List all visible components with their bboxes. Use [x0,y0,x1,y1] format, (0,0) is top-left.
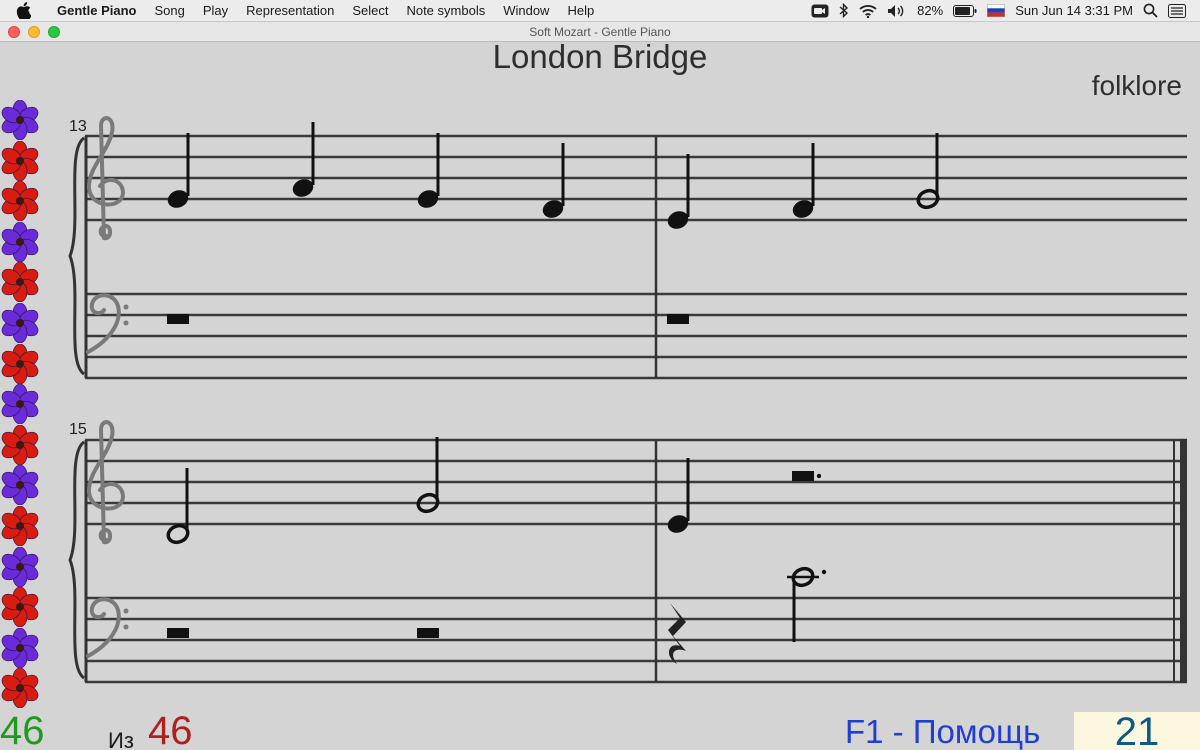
help-hint[interactable]: F1 - Помощь [845,714,1040,750]
red-flower-icon [1,424,39,465]
current-note-counter: 46 [0,709,45,750]
violet-flower-icon [1,100,39,140]
system-2: 15 [68,420,1187,684]
measure-number-13: 13 [69,118,87,135]
note-quarter[interactable] [165,133,191,211]
whole-rest[interactable] [417,628,439,638]
system-1: 13 [68,116,1187,380]
note-quarter[interactable] [540,143,566,221]
note-half[interactable] [166,468,191,545]
bass-staff-lines [85,292,1187,380]
note-quarter[interactable] [290,122,316,200]
treble-staff-lines [85,134,1187,222]
red-flower-icon [1,668,39,709]
red-flower-icon [1,140,39,181]
violet-flower-icon [1,465,39,506]
sheet-music[interactable]: 13 15 [0,0,1200,750]
whole-rest[interactable] [167,628,189,638]
whole-rest[interactable] [667,314,689,324]
note-quarter[interactable] [665,154,691,232]
whole-rest[interactable] [167,314,189,324]
red-flower-icon [1,505,39,546]
violet-flower-icon [1,384,39,425]
note-quarter[interactable] [790,143,816,221]
bass-clef-icon [86,293,129,354]
violet-flower-icon [1,546,39,587]
note-quarter[interactable] [665,458,691,536]
final-barline-thick [1180,439,1187,683]
score-display: 21 [1074,712,1200,750]
red-flower-icon [1,343,39,384]
red-flower-icon [1,181,39,222]
red-flower-icon [1,262,39,303]
measure-number-15: 15 [69,421,87,438]
red-flower-icon [1,587,39,628]
counter-of-label: Из [108,728,134,750]
bass-staff-lines [85,596,1187,684]
quarter-rest[interactable] [668,603,686,664]
bass-clef-icon [86,597,129,658]
grand-staff-brace [68,136,86,376]
dotted-half-rest[interactable] [792,471,822,481]
total-note-counter: 46 [148,709,193,750]
violet-flower-icon [1,221,39,262]
violet-flower-icon [1,627,39,668]
note-dotted-half[interactable] [787,566,827,642]
treble-staff-lines [85,438,1187,526]
progress-flowers [0,100,42,709]
violet-flower-icon [1,302,39,343]
grand-staff-brace [68,440,86,680]
note-quarter[interactable] [415,133,441,211]
